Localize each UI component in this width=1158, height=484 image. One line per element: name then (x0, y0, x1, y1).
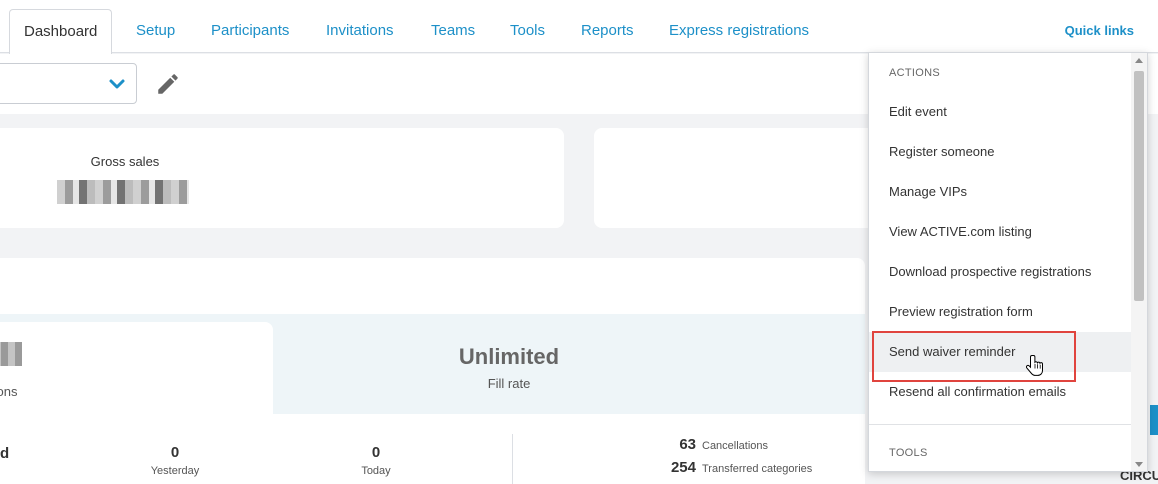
gross-sales-redacted-value (57, 180, 189, 204)
registrations-stat-panel: tions (0, 322, 273, 414)
cancellations-stat: 63 Cancellations (656, 436, 768, 453)
cancellations-label: Cancellations (702, 440, 769, 452)
cancellations-value: 63 (679, 436, 696, 453)
tab-participants[interactable]: Participants (211, 22, 289, 39)
today-metric: 0 Today (316, 444, 436, 477)
tab-teams[interactable]: Teams (431, 22, 475, 39)
tab-express-registrations[interactable]: Express registrations (669, 22, 809, 39)
yesterday-metric: 0 Yesterday (115, 444, 235, 477)
stats-band: tions Unlimited Fill rate (0, 314, 865, 414)
menu-item-send-waiver-reminder[interactable]: Send waiver reminder (869, 332, 1133, 372)
today-value: 0 (371, 444, 381, 461)
menu-item-register-someone[interactable]: Register someone (869, 132, 1133, 172)
today-label: Today (361, 465, 391, 477)
yesterday-label: Yesterday (150, 465, 200, 477)
registrations-redacted-value (0, 342, 22, 366)
tab-setup[interactable]: Setup (136, 22, 175, 39)
chevron-down-icon (109, 79, 125, 89)
event-select[interactable] (0, 63, 137, 104)
gross-sales-card: Gross sales (0, 128, 564, 228)
dropdown-scrollbar[interactable] (1131, 53, 1147, 471)
menu-divider (869, 424, 1133, 425)
actions-heading: ACTIONS (889, 67, 940, 79)
transferred-value: 254 (670, 459, 696, 476)
registrations-label: tions (0, 384, 18, 399)
tab-tools[interactable]: Tools (510, 22, 545, 39)
tab-reports[interactable]: Reports (581, 22, 634, 39)
menu-item-download-prospective[interactable]: Download prospective registrations (869, 252, 1133, 292)
menu-item-edit-event[interactable]: Edit event (869, 92, 1133, 132)
transferred-stat: 254 Transferred categories (656, 459, 812, 476)
gross-sales-label: Gross sales (90, 154, 160, 169)
menu-item-view-active-listing[interactable]: View ACTIVE.com listing (869, 212, 1133, 252)
pencil-icon[interactable] (155, 71, 181, 97)
tools-heading: TOOLS (889, 447, 928, 459)
scrollbar-thumb[interactable] (1134, 71, 1144, 301)
quick-links-dropdown: ACTIONS Edit event Register someone Mana… (868, 52, 1148, 472)
summary-card-right (594, 128, 894, 228)
transferred-label: Transferred categories (702, 463, 813, 475)
fill-rate-label: Fill rate (487, 376, 531, 391)
quick-links-link[interactable]: Quick links (1065, 23, 1134, 38)
yesterday-value: 0 (170, 444, 180, 461)
scroll-up-icon[interactable] (1135, 58, 1143, 63)
tab-dashboard[interactable]: Dashboard (9, 9, 113, 54)
menu-item-resend-confirmations[interactable]: Resend all confirmation emails (869, 372, 1133, 412)
menu-item-preview-form[interactable]: Preview registration form (869, 292, 1133, 332)
stats-divider (512, 434, 513, 484)
partial-blue-button[interactable] (1150, 405, 1158, 435)
partial-metric-value: d (0, 445, 10, 462)
registration-stats-card: tions Unlimited Fill rate d 0 Yesterday … (0, 258, 865, 484)
fill-rate-value: Unlimited (458, 344, 560, 369)
top-tab-bar: Dashboard Setup Participants Invitations… (0, 0, 1158, 54)
scroll-down-icon[interactable] (1135, 462, 1143, 467)
tab-invitations[interactable]: Invitations (326, 22, 394, 39)
menu-item-manage-vips[interactable]: Manage VIPs (869, 172, 1133, 212)
